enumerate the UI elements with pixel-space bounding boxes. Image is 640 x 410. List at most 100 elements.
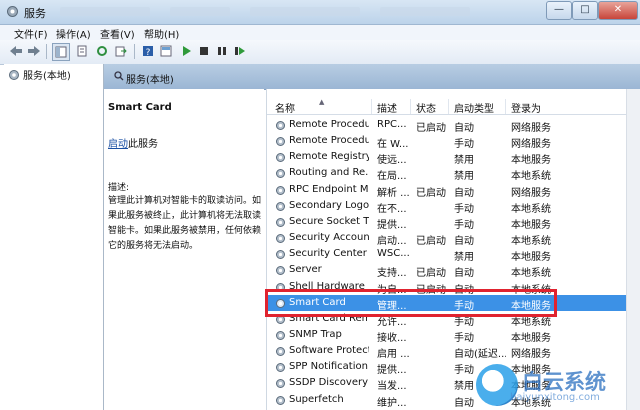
service-gear-icon [276, 201, 285, 211]
restart-service-icon[interactable] [232, 43, 248, 59]
service-name-cell: RPC Endpoint M... [289, 183, 369, 195]
service-row[interactable]: SNMP Trap 接收... 手动 本地服务 [267, 327, 640, 344]
console-tree: 服务(本地) [4, 64, 104, 410]
service-logon-cell: 网络服务 [511, 123, 551, 134]
service-name-cell: Secondary Logon [289, 199, 369, 211]
pause-service-icon[interactable] [214, 43, 230, 59]
forward-arrow-icon[interactable] [26, 43, 42, 59]
services-list[interactable]: 名称 ▲ 描述 状态 启动类型 登录为 Remote Procedu... RPC… [266, 89, 640, 410]
service-startup-cell: 自动 [454, 236, 474, 248]
title-bar-glass [250, 7, 360, 16]
service-row[interactable]: Secondary Logon 在不... 手动 本地系统 [267, 198, 640, 215]
service-logon-cell: 本地服务 [511, 252, 551, 264]
service-name-cell: Security Account... [289, 232, 369, 244]
column-separator[interactable] [410, 99, 411, 114]
service-name-cell: Server [289, 264, 322, 276]
service-row[interactable]: Server 支持... 已启动 自动 本地系统 [267, 262, 640, 280]
column-separator[interactable] [371, 99, 372, 114]
watermark-subtext: baiyunxitong.com [510, 392, 600, 403]
tree-item-services-local[interactable]: 服务(本地) [8, 67, 71, 82]
service-startup-cell: 手动 [454, 139, 474, 151]
console-view-icon[interactable] [158, 43, 174, 59]
toolbar-separator [46, 44, 47, 59]
service-logon-cell: 本地服务 [511, 219, 551, 231]
service-desc-cell: 在 W... [377, 139, 409, 151]
menu-file[interactable]: 文件(F) [14, 26, 48, 41]
menu-help[interactable]: 帮助(H) [144, 26, 179, 41]
service-logon-cell: 网络服务 [511, 139, 551, 151]
refresh-icon[interactable] [94, 43, 110, 59]
service-startup-cell: 禁用 [454, 252, 474, 264]
properties-sheet-icon[interactable] [74, 43, 90, 59]
service-gear-icon [276, 137, 285, 147]
stop-service-icon[interactable] [196, 43, 212, 59]
column-header-logon-as[interactable]: 登录为 [511, 100, 541, 115]
start-service-line: 启动此服务 [108, 135, 158, 150]
title-bar-glass [60, 7, 150, 16]
service-row[interactable]: Remote Procedu... RPC... 已启动自动 网络服务 [267, 117, 640, 134]
service-row[interactable]: RPC Endpoint M... 解析 ... 已启动自动 网络服务 [267, 182, 640, 199]
service-gear-icon [276, 217, 285, 227]
service-startup-cell: 自动 [454, 187, 474, 199]
menu-action[interactable]: 操作(A) [56, 26, 91, 41]
console-tree-icon[interactable] [52, 43, 70, 61]
menu-bar: 文件(F) 操作(A) 查看(V) 帮助(H) [0, 25, 640, 41]
service-gear-icon [276, 363, 285, 373]
export-list-icon[interactable] [113, 43, 129, 59]
service-row[interactable]: Security Center WSC... 禁用 本地服务 [267, 246, 640, 264]
service-gear-icon [276, 379, 285, 389]
title-bar-glass [170, 7, 230, 16]
sort-ascending-icon: ▲ [319, 98, 325, 106]
start-service-icon[interactable] [178, 43, 194, 59]
service-startup-cell: 手动 [454, 332, 474, 344]
service-gear-icon [276, 330, 285, 340]
service-gear-icon [276, 169, 285, 179]
service-logon-cell: 本地系统 [511, 236, 551, 248]
back-arrow-icon[interactable] [8, 43, 24, 59]
service-desc-cell: 启用 ... [377, 349, 409, 361]
help-icon[interactable]: ? [140, 43, 156, 59]
service-row[interactable]: Software Protect... 启用 ... 自动(延迟... 网络服务 [267, 343, 640, 361]
service-row[interactable]: Security Account... 启动... 已启动自动 本地系统 [267, 230, 640, 248]
column-headers: 名称 ▲ 描述 状态 启动类型 登录为 [267, 98, 640, 115]
description-label: 描述: [108, 183, 130, 193]
description-pane: Smart Card 启动此服务 描述: 管理此计算机对智能卡的取读访问。如果此… [104, 89, 264, 410]
service-gear-icon [276, 153, 285, 163]
column-header-name[interactable]: 名称 [275, 100, 295, 115]
vertical-scrollbar[interactable] [626, 89, 640, 410]
service-gear-icon [276, 185, 285, 195]
column-header-status[interactable]: 状态 [416, 100, 436, 115]
service-logon-cell: 本地系统 [511, 268, 551, 280]
column-header-startup-type[interactable]: 启动类型 [454, 100, 494, 115]
service-gear-icon [276, 121, 285, 130]
tree-item-label: 服务(本地) [23, 71, 71, 82]
service-row[interactable]: Routing and Re... 在局... 禁用 本地系统 [267, 165, 640, 183]
service-desc-cell: 当发... [377, 381, 407, 393]
service-gear-icon [276, 395, 285, 405]
service-desc-cell: 在局... [377, 171, 407, 183]
service-row[interactable]: Secure Socket T... 提供... 手动 本地服务 [267, 214, 640, 231]
service-desc-cell: 使远... [377, 155, 407, 167]
column-separator[interactable] [505, 99, 506, 114]
start-service-link[interactable]: 启动 [108, 139, 128, 150]
service-row[interactable]: Remote Registry 使远... 禁用 本地服务 [267, 149, 640, 167]
service-desc-cell: RPC... [377, 119, 407, 130]
maximize-button[interactable]: □ [572, 1, 598, 20]
service-name-cell: Secure Socket T... [289, 215, 369, 227]
minimize-button[interactable]: — [546, 1, 572, 20]
title-bar-glass [380, 7, 470, 16]
service-status-cell: 已启动 [416, 268, 446, 280]
service-desc-cell: 启动... [377, 236, 407, 248]
column-separator[interactable] [448, 99, 449, 114]
service-row[interactable]: Remote Procedu... 在 W... 手动 网络服务 [267, 133, 640, 151]
toolbar: ? [0, 40, 640, 65]
title-bar: 服务 — □ ✕ [0, 0, 640, 25]
svg-text:?: ? [146, 48, 151, 57]
close-button[interactable]: ✕ [598, 1, 638, 20]
column-header-description[interactable]: 描述 [377, 100, 397, 115]
service-logon-cell: 本地系统 [511, 203, 551, 215]
menu-view[interactable]: 查看(V) [100, 26, 135, 41]
description-text: 管理此计算机对智能卡的取读访问。如果此服务被终止，此计算机将无法取读智能卡。如果… [108, 196, 262, 251]
selected-service-name: Smart Card [108, 102, 172, 113]
toolbar-separator [134, 44, 135, 59]
